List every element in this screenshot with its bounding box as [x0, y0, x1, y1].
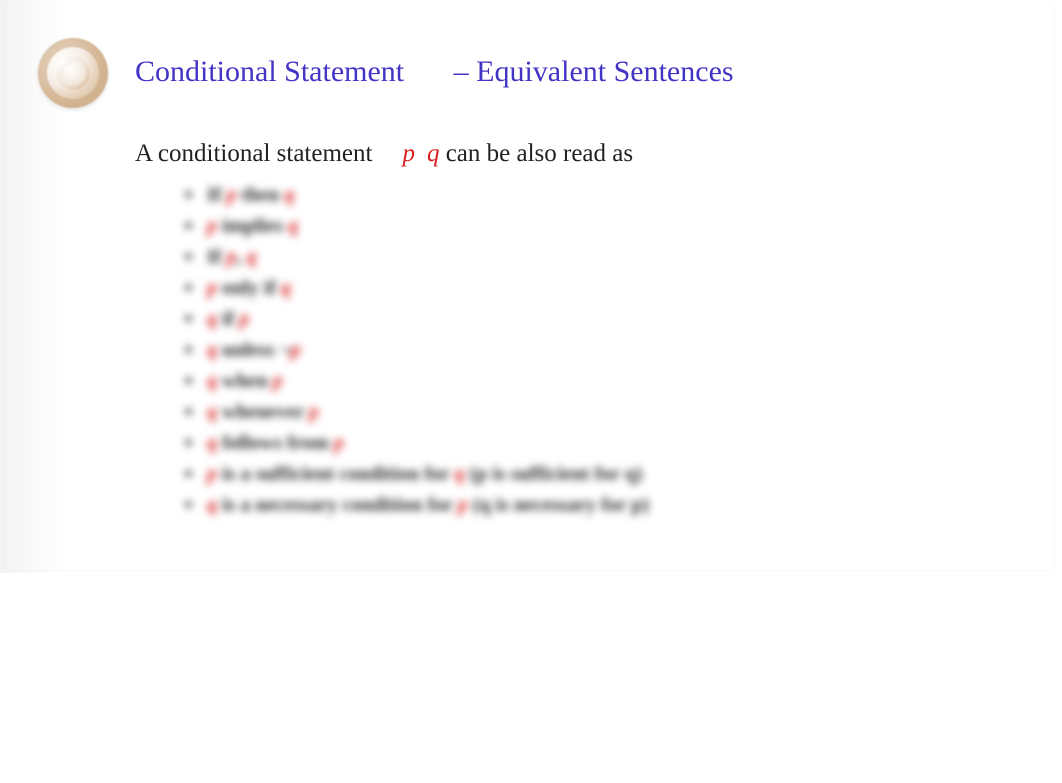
list-item: q when p — [185, 366, 649, 397]
list-item: If p then q — [185, 180, 649, 211]
list-item: q whenever p — [185, 397, 649, 428]
title-part1: Conditional Statement — [135, 55, 404, 88]
intro-suffix: can be also read as — [446, 140, 633, 167]
list-item: q if p — [185, 304, 649, 335]
equivalent-sentences-list: If p then q p implies q If p, q p only i… — [185, 180, 649, 521]
intro-q: q — [427, 140, 440, 167]
list-item: p implies q — [185, 211, 649, 242]
list-item: q is a necessary condition for p (q is n… — [185, 490, 649, 521]
intro-sentence: A conditional statement pq can be also re… — [135, 140, 633, 168]
list-item: If p, q — [185, 242, 649, 273]
list-item: p is a sufficient condition for q (p is … — [185, 459, 649, 490]
list-item: p only if q — [185, 273, 649, 304]
title-part2: – Equivalent Sentences — [454, 55, 734, 88]
slide-title: Conditional Statement – Equivalent Sente… — [135, 55, 734, 89]
list-item: q unless ¬p — [185, 335, 649, 366]
intro-prefix: A conditional statement — [135, 140, 372, 167]
university-seal-logo — [38, 38, 108, 108]
intro-p: p — [402, 140, 415, 167]
list-item: q follows from p — [185, 428, 649, 459]
